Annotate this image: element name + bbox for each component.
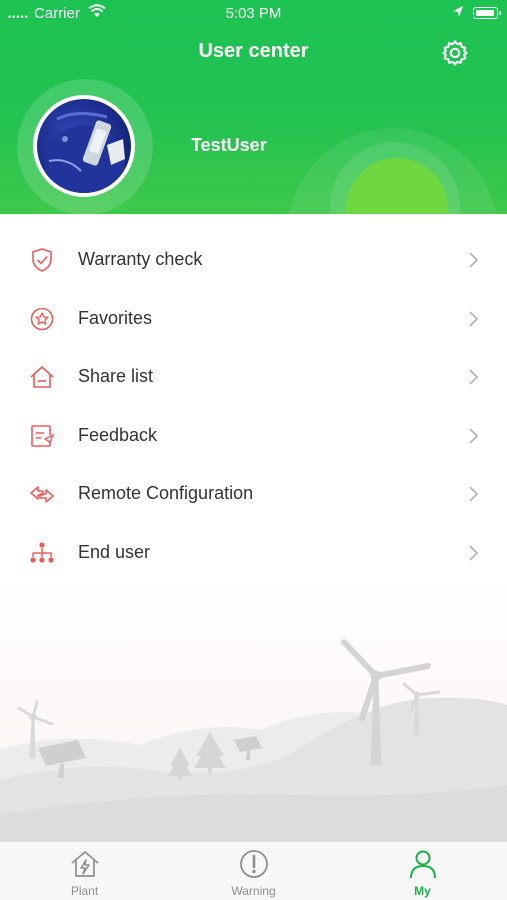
menu-item-label: Share list [78,366,154,387]
menu-item-label: Warranty check [78,249,203,269]
status-time: 5:03 PM [225,5,282,22]
page-title: User center [198,40,309,62]
remote-config-icon [29,481,55,507]
chevron-right-icon [466,367,480,387]
chevron-right-icon [466,250,480,270]
menu-list: Warranty check Favorites Share list Feed… [0,230,507,582]
chevron-right-icon [466,543,480,563]
location-arrow-icon [452,5,464,23]
menu-item-share-list[interactable]: Share list [0,347,507,406]
avatar[interactable] [33,95,135,197]
menu-item-favorites[interactable]: Favorites [0,289,507,348]
tab-my[interactable]: My [338,842,507,900]
menu-item-label: Feedback [78,424,158,445]
menu-item-remote-configuration[interactable]: Remote Configuration [0,464,507,523]
menu-item-label: Remote Configuration [78,483,254,504]
chevron-right-icon [466,484,480,504]
menu-item-label: End user [78,541,151,562]
username: TestUser [191,135,267,155]
plant-house-icon [69,848,101,880]
tab-plant[interactable]: Plant [0,842,169,900]
star-icon [29,306,55,332]
menu-item-label: Favorites [78,307,153,328]
tab-bar: Plant Warning My [0,841,507,900]
menu-item-warranty-check[interactable]: Warranty check [0,230,507,289]
org-tree-icon [29,540,55,566]
person-icon [407,848,439,880]
battery-icon [473,7,501,19]
warning-icon [238,848,270,880]
gear-icon[interactable] [441,39,469,67]
status-bar: ••••• Carrier 5:03 PM [0,0,507,26]
chevron-right-icon [466,426,480,446]
tab-label: Plant [70,884,99,898]
menu-item-feedback[interactable]: Feedback [0,406,507,465]
shield-check-icon [29,247,55,273]
home-share-icon [29,364,55,390]
feedback-icon [29,423,55,449]
menu-item-end-user[interactable]: End user [0,523,507,582]
tab-label: My [414,884,431,898]
tab-label: Warning [231,884,276,898]
user-center-header: ••••• Carrier 5:03 PM User center TestUs… [0,0,507,214]
wind-solar-illustration [0,580,507,841]
tab-warning[interactable]: Warning [169,842,338,900]
chevron-right-icon [466,309,480,329]
